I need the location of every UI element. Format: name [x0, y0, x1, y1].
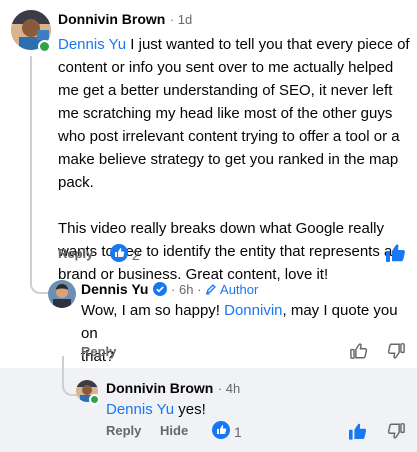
thumbs-down-outline-icon: [387, 423, 405, 439]
thumbs-up-outline-icon: [350, 343, 368, 359]
thumbs-down-outline-icon: [387, 343, 405, 359]
thumbs-up-filled-icon: [386, 244, 405, 262]
online-status-indicator: [38, 40, 51, 53]
reply2-header: Donnivin Brown · 4h: [106, 380, 240, 398]
like-button[interactable]: [349, 341, 369, 361]
dislike-button[interactable]: [386, 421, 406, 441]
like-button[interactable]: [348, 421, 368, 441]
reply1-line: Wow, I am so happy! Donnivin, may I quot…: [81, 302, 398, 342]
like-button[interactable]: [385, 243, 407, 263]
mention-link[interactable]: Dennis Yu: [106, 401, 174, 418]
comment-line: pack.: [58, 174, 94, 191]
like-reaction-icon: [212, 421, 230, 442]
thumbs-up-filled-icon: [349, 423, 367, 440]
online-status-indicator: [89, 394, 100, 405]
reply2-timestamp[interactable]: 4h: [226, 381, 240, 396]
comment-separator: ·: [169, 12, 178, 27]
reaction-summary[interactable]: 2: [110, 244, 140, 265]
like-reaction-icon: [110, 244, 128, 265]
hide-button[interactable]: Hide: [160, 423, 188, 438]
reply-button[interactable]: Reply: [58, 246, 93, 261]
reaction-summary[interactable]: 1: [212, 421, 242, 442]
avatar-photo: [48, 280, 76, 308]
mention-link[interactable]: Dennis Yu: [58, 36, 126, 53]
verified-badge-icon: [153, 282, 168, 296]
comment-line: This video really breaks down what Googl…: [58, 220, 384, 237]
reply2-body: Dennis Yu yes!: [106, 401, 206, 418]
comment-line: who post irrelevant content trying to of…: [58, 128, 400, 145]
comment-line: Dennis Yu I just wanted to tell you that…: [58, 36, 410, 53]
comment-line: me get a better understanding of SEO, it…: [58, 82, 393, 99]
reply1-timestamp[interactable]: 6h: [179, 282, 193, 297]
reply2-separator: ·: [217, 381, 226, 396]
comment-timestamp[interactable]: 1d: [178, 12, 192, 27]
comment-author-name[interactable]: Donnivin Brown: [58, 11, 165, 27]
mention-link[interactable]: Donnivin: [224, 302, 282, 319]
comment-header: Donnivin Brown · 1d: [58, 11, 192, 29]
dislike-button[interactable]: [386, 341, 406, 361]
reply1-separator: ·: [193, 281, 206, 297]
author-badge: Author: [220, 281, 259, 297]
avatar-dennis-yu[interactable]: [48, 280, 76, 308]
reply-button[interactable]: Reply: [81, 344, 116, 359]
reply1-separator: ·: [167, 281, 179, 297]
comment-line: me scratching my head like most of the o…: [58, 105, 393, 122]
comment-line: content or info you sent over to me actu…: [58, 59, 394, 76]
reply-button[interactable]: Reply: [106, 423, 141, 438]
pencil-icon: [205, 283, 217, 295]
reaction-count: 1: [234, 423, 242, 440]
reply1-author-name[interactable]: Dennis Yu: [81, 281, 148, 297]
reply1-header: Dennis Yu · 6h · Author: [81, 281, 258, 297]
thread-connector: [30, 56, 32, 246]
reaction-count: 2: [132, 246, 140, 263]
reply2-author-name[interactable]: Donnivin Brown: [106, 380, 213, 396]
comment-line: make believe strategy to get you ranked …: [58, 151, 399, 168]
thread-connector-branch: [30, 246, 50, 294]
